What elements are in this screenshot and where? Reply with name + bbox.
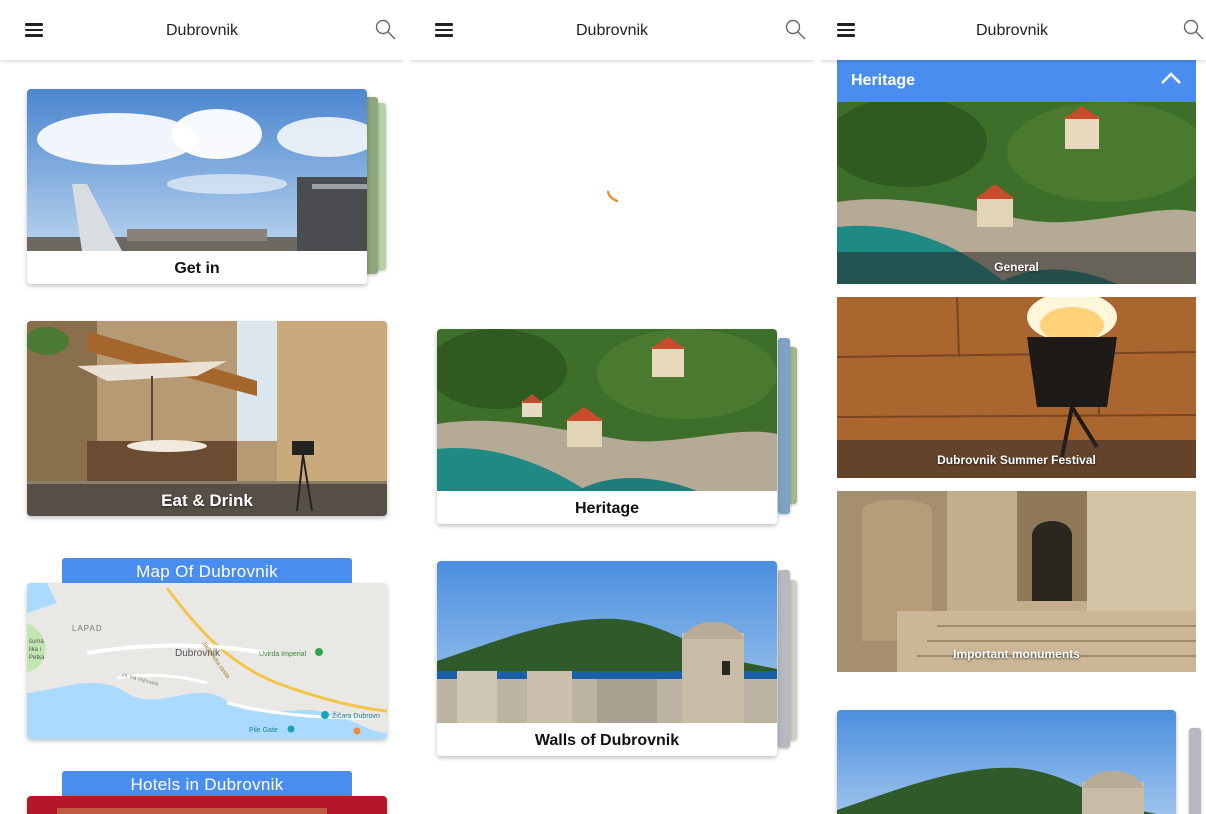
search-icon[interactable]: [1182, 18, 1206, 42]
page-title: Dubrovnik: [166, 22, 239, 39]
heritage-item-summer-festival[interactable]: Dubrovnik Summer Festival: [837, 297, 1196, 478]
hotels-section-tab[interactable]: Hotels in Dubrovnik: [62, 771, 352, 797]
panel-loading: Dubrovnik Heritage Walls of Dubrovnik: [410, 0, 814, 814]
map-label-cable: Žičara Dubrovn: [332, 711, 380, 720]
map-pin-icon: [321, 711, 329, 719]
heritage-item-important-monuments[interactable]: Important monuments: [837, 491, 1196, 672]
map-view[interactable]: LAPAD Dubrovnik Uvirda Imperial šuma lik…: [27, 583, 387, 739]
item-label: General: [837, 252, 1196, 284]
map-pin-icon: [353, 727, 361, 735]
map-label-suma: šuma: [29, 639, 44, 645]
map-pin-icon: [315, 648, 323, 656]
section-title: Heritage: [851, 72, 916, 89]
map-pin-icon: [287, 725, 295, 733]
map-card[interactable]: LAPAD Dubrovnik Uvirda Imperial šuma lik…: [27, 583, 387, 739]
loading-spinner: [607, 190, 619, 202]
map-label-hotel: Uvirda Imperial: [259, 651, 307, 658]
page-title: Dubrovnik: [976, 22, 1049, 39]
category-card-eat-drink[interactable]: Eat & Drink: [27, 321, 387, 516]
card-stack-back: [778, 338, 790, 514]
walls-peek-photo: [837, 710, 1176, 814]
walls-photo: [437, 561, 777, 723]
map-label-petka: Petka: [29, 655, 45, 661]
card-label: Get in: [27, 251, 367, 284]
page-title: Dubrovnik: [576, 22, 649, 39]
map-section-tab[interactable]: Map Of Dubrovnik: [62, 558, 352, 584]
menu-icon[interactable]: [25, 23, 43, 37]
top-bar: Dubrovnik: [820, 0, 1206, 60]
panel-heritage: Dubrovnik Heritage General Dubrovnik Sum…: [820, 0, 1206, 814]
map-label-gate: Pile Gate: [249, 727, 278, 734]
get-in-photo: [27, 89, 367, 251]
search-icon[interactable]: [374, 18, 398, 42]
top-bar: Dubrovnik: [0, 0, 404, 60]
card-stack-back: [778, 570, 790, 748]
category-card-get-in[interactable]: Get in: [27, 89, 367, 284]
card-stack-back: [1189, 728, 1201, 814]
map-label-lapad: LAPAD: [72, 624, 103, 633]
heritage-item-general[interactable]: General: [837, 102, 1196, 284]
item-label: Important monuments: [953, 647, 1080, 661]
top-bar: Dubrovnik: [410, 0, 814, 60]
chevron-up-icon[interactable]: [1160, 71, 1182, 85]
menu-icon[interactable]: [435, 23, 453, 37]
hotels-photo: [57, 808, 327, 814]
category-card-heritage[interactable]: Heritage: [437, 329, 777, 524]
card-label: Eat & Drink: [27, 484, 387, 516]
category-card-walls[interactable]: Walls of Dubrovnik: [437, 561, 777, 756]
search-icon[interactable]: [784, 18, 808, 42]
map-label-lika: lika i: [29, 647, 41, 653]
item-label: Dubrovnik Summer Festival: [837, 440, 1196, 478]
menu-icon[interactable]: [837, 23, 855, 37]
panel-categories: Dubrovnik Get in Eat & Drink Map Of Dubr…: [0, 0, 404, 814]
card-label: Walls of Dubrovnik: [437, 723, 777, 756]
heritage-section-header[interactable]: Heritage: [837, 59, 1196, 102]
category-card-walls-peek[interactable]: [837, 710, 1176, 814]
hotels-card[interactable]: [27, 796, 387, 814]
card-label: Heritage: [437, 491, 777, 524]
heritage-photo: [437, 329, 777, 491]
